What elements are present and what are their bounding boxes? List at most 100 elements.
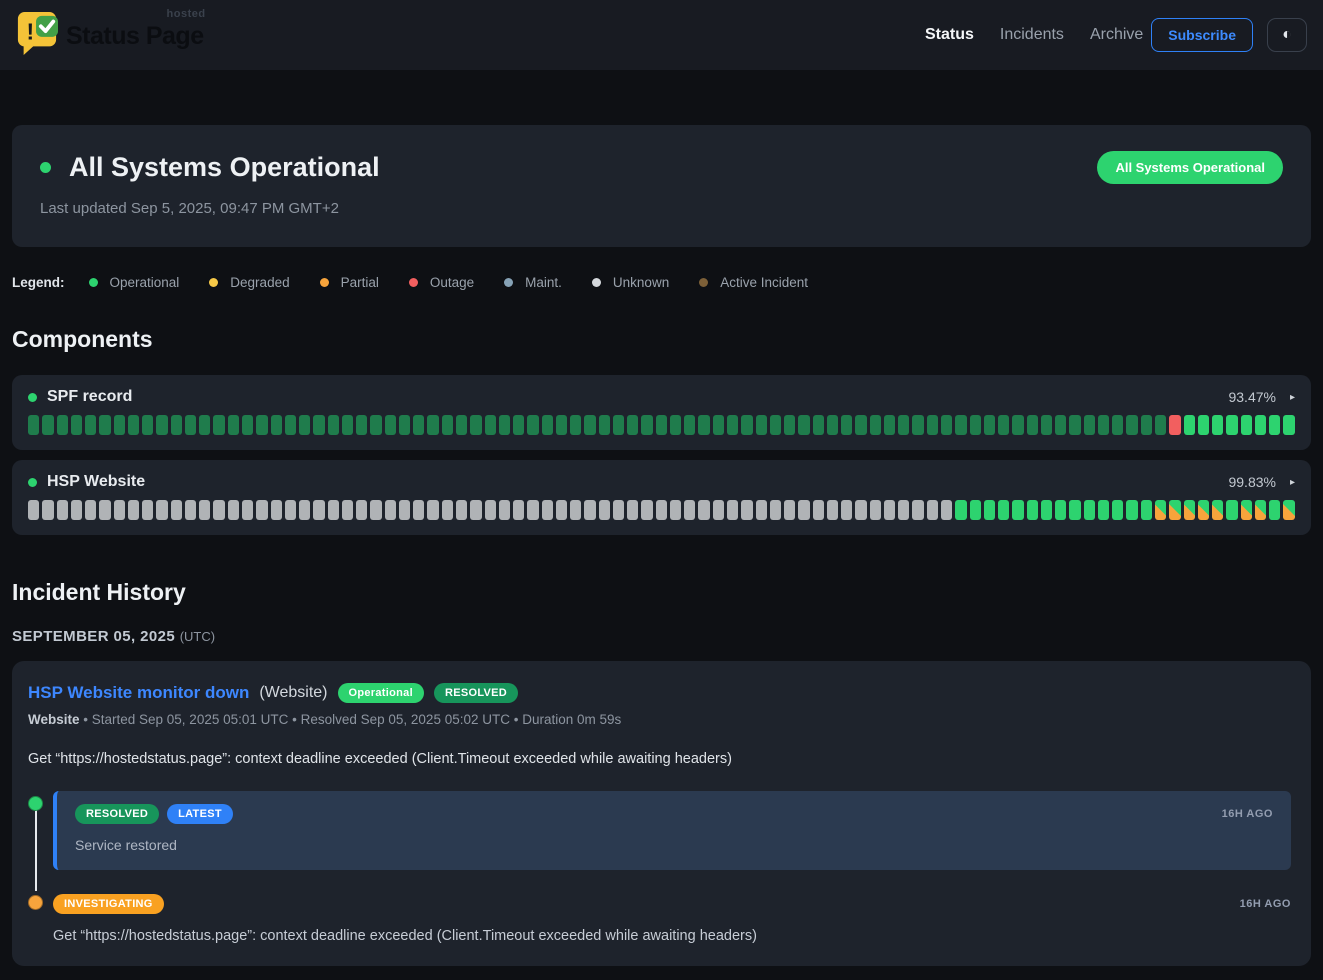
- uptime-bar-operational_dim: [1084, 415, 1095, 435]
- uptime-bar-operational_dim: [527, 415, 538, 435]
- uptime-bar-unknown: [171, 500, 182, 520]
- nav-link-archive[interactable]: Archive: [1090, 26, 1143, 44]
- uptime-bar-unknown: [784, 500, 795, 520]
- uptime-bar-operational_dim: [941, 415, 952, 435]
- brand[interactable]: ! Status Page hosted: [16, 10, 204, 61]
- uptime-bar-operational: [1112, 500, 1123, 520]
- uptime-bar-operational_dim: [798, 415, 809, 435]
- uptime-bar-unknown: [313, 500, 324, 520]
- uptime-bar-partial: [1184, 500, 1195, 520]
- uptime-bar-unknown: [570, 500, 581, 520]
- uptime-bar-operational_dim: [356, 415, 367, 435]
- uptime-bar-unknown: [627, 500, 638, 520]
- uptime-bar-unknown: [741, 500, 752, 520]
- uptime-bar-unknown: [228, 500, 239, 520]
- incident-operational-badge: Operational: [338, 683, 424, 703]
- uptime-bar-operational_dim: [570, 415, 581, 435]
- uptime-bar-outage: [1169, 415, 1180, 435]
- incident-meta-component: Website: [28, 712, 80, 727]
- update-badge-investigating: INVESTIGATING: [53, 894, 164, 914]
- uptime-bar-operational_dim: [42, 415, 53, 435]
- uptime-bar-operational_dim: [1041, 415, 1052, 435]
- incident-date-heading: SEPTEMBER 05, 2025 (UTC): [12, 628, 1311, 645]
- uptime-bar-operational: [1269, 415, 1280, 435]
- uptime-bar-operational_dim: [556, 415, 567, 435]
- nav-link-incidents[interactable]: Incidents: [1000, 26, 1064, 44]
- uptime-bar-partial: [1283, 500, 1294, 520]
- uptime-bar-operational_dim: [156, 415, 167, 435]
- theme-half-circle-icon: ◐: [1282, 26, 1292, 44]
- component-name: SPF record: [47, 388, 132, 406]
- incident-title-link[interactable]: HSP Website monitor down: [28, 683, 249, 703]
- uptime-bar-unknown: [128, 500, 139, 520]
- incident-meta: Website • Started Sep 05, 2025 05:01 UTC…: [28, 712, 1291, 727]
- update-timestamp: 16H AGO: [1222, 808, 1273, 820]
- uptime-bar-unknown: [898, 500, 909, 520]
- uptime-bar-operational_dim: [827, 415, 838, 435]
- incident-timeline: RESOLVEDLATEST16H AGOService restoredINV…: [28, 791, 1291, 944]
- uptime-bar-unknown: [870, 500, 881, 520]
- uptime-bar-operational_dim: [1098, 415, 1109, 435]
- timeline-update: INVESTIGATING16H AGOGet “https://hosteds…: [53, 890, 1291, 944]
- components-heading: Components: [12, 326, 1311, 353]
- component-header[interactable]: HSP Website99.83%▸: [28, 473, 1295, 491]
- uptime-bar-operational: [1098, 500, 1109, 520]
- uptime-bar-operational_dim: [185, 415, 196, 435]
- uptime-bar-unknown: [370, 500, 381, 520]
- uptime-bar-operational: [1255, 415, 1266, 435]
- uptime-bar-operational_dim: [884, 415, 895, 435]
- uptime-bar-unknown: [57, 500, 68, 520]
- legend-item: Partial: [320, 275, 379, 290]
- nav-link-status[interactable]: Status: [925, 26, 974, 44]
- update-text: Get “https://hostedstatus.page”: context…: [53, 928, 1291, 944]
- uptime-bar-operational: [1055, 500, 1066, 520]
- incident-message: Get “https://hostedstatus.page”: context…: [28, 751, 1291, 767]
- component-header[interactable]: SPF record93.47%▸: [28, 388, 1295, 406]
- incident-meta-times: • Started Sep 05, 2025 05:01 UTC • Resol…: [80, 712, 622, 727]
- uptime-bar-operational: [1027, 500, 1038, 520]
- legend-item: Operational: [89, 275, 180, 290]
- uptime-bar-operational_dim: [399, 415, 410, 435]
- uptime-bar-operational_dim: [912, 415, 923, 435]
- uptime-bar-unknown: [71, 500, 82, 520]
- chevron-right-icon[interactable]: ▸: [1290, 477, 1295, 488]
- uptime-bar-operational: [1084, 500, 1095, 520]
- uptime-bar-operational_dim: [1155, 415, 1166, 435]
- uptime-bar-partial: [1241, 500, 1252, 520]
- uptime-bar-operational_dim: [1027, 415, 1038, 435]
- theme-toggle-button[interactable]: ◐: [1267, 18, 1307, 52]
- uptime-bar-unknown: [927, 500, 938, 520]
- svg-text:!: !: [27, 18, 35, 44]
- uptime-bar-operational_dim: [898, 415, 909, 435]
- uptime-bar-operational_dim: [114, 415, 125, 435]
- uptime-bar-operational: [1126, 500, 1137, 520]
- timezone-note: (UTC): [180, 629, 215, 644]
- component-status-dot: [28, 478, 37, 487]
- timeline-entry: INVESTIGATING16H AGOGet “https://hosteds…: [28, 890, 1291, 944]
- last-updated-text: Last updated Sep 5, 2025, 09:47 PM GMT+2: [40, 200, 1283, 217]
- update-text: Service restored: [75, 837, 1273, 853]
- uptime-bar-unknown: [584, 500, 595, 520]
- uptime-bar-operational: [955, 500, 966, 520]
- uptime-bar-operational: [1012, 500, 1023, 520]
- subscribe-button[interactable]: Subscribe: [1151, 18, 1253, 52]
- uptime-bar-unknown: [670, 500, 681, 520]
- uptime-bar-operational: [1069, 500, 1080, 520]
- uptime-bar-operational_dim: [85, 415, 96, 435]
- uptime-bar-unknown: [114, 500, 125, 520]
- uptime-bar-operational_dim: [413, 415, 424, 435]
- chevron-right-icon[interactable]: ▸: [1290, 392, 1295, 403]
- component-card: SPF record93.47%▸: [12, 375, 1311, 450]
- uptime-bar-unknown: [513, 500, 524, 520]
- uptime-bar-unknown: [442, 500, 453, 520]
- incident-resolved-badge: RESOLVED: [434, 683, 518, 703]
- brand-superscript: hosted: [167, 8, 206, 20]
- uptime-bar-unknown: [841, 500, 852, 520]
- status-page-logo-icon: !: [16, 10, 58, 61]
- uptime-bar-partial: [1169, 500, 1180, 520]
- uptime-bar-operational_dim: [998, 415, 1009, 435]
- uptime-bar-operational_dim: [613, 415, 624, 435]
- uptime-bar-partial: [1255, 500, 1266, 520]
- uptime-bar-unknown: [941, 500, 952, 520]
- uptime-bar-unknown: [199, 500, 210, 520]
